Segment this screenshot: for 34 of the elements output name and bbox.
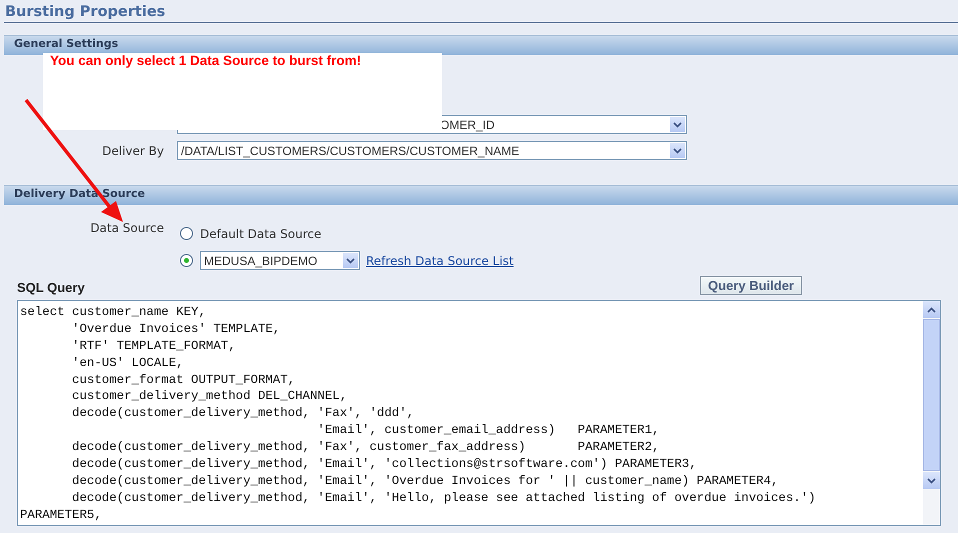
sql-text-area[interactable] (17, 300, 941, 526)
radio-label: Default Data Source (200, 226, 322, 240)
dropdown-field[interactable]: /DATA/LIST_CUSTOMERS/CUSTOMERS/CUSTOMER_NAME (177, 141, 687, 160)
refresh-link[interactable]: Refresh Data Source List (366, 254, 514, 268)
code-line: select customer_name KEY, (20, 304, 207, 321)
code-line: customer_delivery_method DEL_CHANNEL, (71, 388, 348, 406)
field-label: Data Source (90, 221, 164, 235)
code-line: 'Email', customer_email_address) PARAMETER1, (316, 422, 660, 440)
scrollbar[interactable] (923, 301, 940, 525)
code-line: decode(customer_delivery_method, 'Fax', customer_fax_address) PARAMETER2, (71, 439, 660, 456)
field-label: Deliver By (102, 144, 164, 158)
page-title: Bursting Properties (4, 3, 166, 22)
query-builder-button[interactable]: Query Builder (700, 276, 802, 295)
code-line: decode(customer_delivery_method, 'Fax', 'ddd', (71, 405, 416, 422)
code-line: decode(customer_delivery_method, 'Email', 'Hello, please see attached listing of overdue invoices.') (71, 490, 817, 507)
chevron-down-icon (670, 117, 685, 132)
radio-button[interactable] (180, 254, 193, 267)
chevron-up-icon (927, 306, 936, 312)
code-line: 'Overdue Invoices' TEMPLATE, (71, 320, 282, 338)
chevron-down-icon (927, 478, 936, 484)
code-line: customer_format OUTPUT_FORMAT, (71, 372, 296, 388)
section-header: Delivery Data Source (4, 185, 958, 205)
chevron-down-icon (670, 143, 685, 158)
callout-text: You can only select 1 Data Source to burst from! (50, 53, 362, 68)
code-line: PARAMETER5, (20, 506, 103, 524)
code-line: 'RTF' TEMPLATE_FORMAT, (71, 338, 237, 355)
code-line: 'en-US' LOCALE, (71, 354, 185, 372)
chevron-down-icon (343, 253, 358, 268)
dropdown-field[interactable]: MEDUSA_BIPDEMO (200, 251, 360, 270)
section-header: General Settings (4, 35, 958, 55)
code-line: decode(customer_delivery_method, 'Email', 'Overdue Invoices for ' || customer_name) PARAMETER4, (71, 472, 780, 490)
section-label: SQL Query (17, 280, 85, 295)
radio-button[interactable] (180, 227, 193, 240)
code-line: decode(customer_delivery_method, 'Email', 'collections@strsoftware.com') PARAMETER3, (71, 456, 698, 473)
